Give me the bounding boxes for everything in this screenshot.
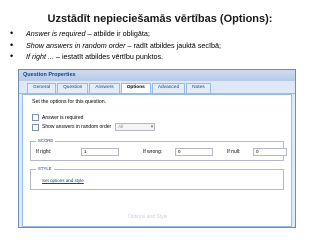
bullet-text: – atbilde ir obligāta; — [85, 29, 150, 38]
options-panel: Set the options for this question. Answe… — [22, 94, 292, 227]
set-options-style-link[interactable]: Set options and style — [42, 178, 84, 183]
tab-options[interactable]: Options — [120, 83, 151, 93]
bullet-random-order: Show answers in random order – radīt atb… — [8, 40, 221, 52]
style-legend: STYLE — [36, 166, 54, 171]
panel-instructions: Set the options for this question. — [32, 99, 107, 105]
answer-required-label: Answer is required — [42, 114, 84, 121]
slide-title: Uzstādīt nepieciešamās vērtības (Options… — [47, 13, 273, 25]
bullet-list: Answer is required – atbilde ir obligāta… — [8, 28, 221, 63]
question-properties-window: Question Properties General Question Ans… — [18, 69, 296, 228]
tab-question[interactable]: Question — [57, 83, 89, 93]
score-fieldset: SCORE If right: 1 If wrong: 0 If null: 0 — [30, 138, 287, 161]
score-legend: SCORE — [36, 138, 56, 143]
answer-required-checkbox[interactable] — [32, 114, 39, 121]
faded-footer-text: Options and Style — [128, 214, 168, 220]
bullet-term: If right ... — [26, 52, 54, 61]
if-right-label: If right: — [36, 149, 52, 155]
if-null-label: If null: — [227, 149, 241, 155]
bullet-term: Show answers in random order — [26, 40, 126, 50]
bullet-text: – iestatīt atbildes vērtību punktos. — [53, 52, 164, 61]
random-order-select[interactable]: All — [115, 123, 156, 131]
if-wrong-input[interactable]: 0 — [175, 148, 213, 156]
random-order-label: Show answers in random order — [42, 124, 112, 130]
tab-answers[interactable]: Answers — [89, 83, 120, 93]
bullet-text: – radīt atbildes jauktā secībā; — [125, 40, 221, 50]
tab-notes[interactable]: Notes — [186, 83, 211, 93]
if-right-input[interactable]: 1 — [81, 148, 119, 156]
tab-general[interactable]: General — [27, 83, 57, 93]
bullet-if-right: If right ... – iestatīt atbildes vērtību… — [8, 51, 221, 63]
tab-bar: General Question Answers Options Advance… — [19, 81, 295, 94]
if-null-input[interactable]: 0 — [253, 148, 287, 156]
answer-required-row: Answer is required — [32, 114, 83, 121]
bullet-answer-required: Answer is required – atbilde ir obligāta… — [8, 28, 221, 40]
random-order-row: Show answers in random order All — [32, 123, 156, 131]
window-title: Question Properties — [19, 70, 295, 81]
bullet-term: Answer is required — [26, 29, 86, 38]
random-order-checkbox[interactable] — [32, 123, 39, 131]
tab-advanced[interactable]: Advanced — [151, 83, 186, 93]
style-fieldset: STYLE Set options and style — [30, 166, 284, 190]
if-wrong-label: If wrong: — [143, 149, 163, 155]
